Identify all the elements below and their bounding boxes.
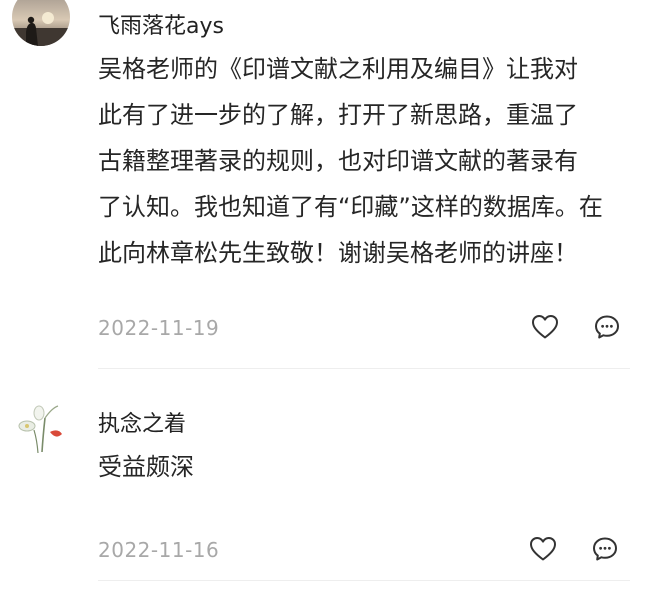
reply-button[interactable] bbox=[590, 534, 620, 564]
username[interactable]: 执念之着 bbox=[98, 406, 186, 438]
like-button[interactable] bbox=[528, 534, 558, 564]
comment-text: 受益颇深 bbox=[98, 453, 194, 481]
flower-sketch-avatar bbox=[12, 396, 70, 454]
heart-outline-icon bbox=[530, 537, 556, 561]
sunset-silhouette-avatar bbox=[12, 0, 70, 46]
comment-date: 2022-11-19 bbox=[98, 316, 220, 340]
divider bbox=[98, 368, 630, 369]
comment-bubble-icon bbox=[595, 315, 619, 339]
like-button[interactable] bbox=[530, 312, 560, 342]
comment-bubble-icon bbox=[593, 537, 617, 561]
heart-outline-icon bbox=[532, 315, 558, 339]
comment-text: 吴格老师的《印谱文献之利用及编目》让我对 此有了进一步的了解，打开了新思路，重温… bbox=[98, 55, 603, 267]
avatar[interactable] bbox=[12, 396, 70, 454]
comment-date: 2022-11-16 bbox=[98, 538, 220, 562]
comment-item: 飞雨落花ays 吴格老师的《印谱文献之利用及编目》让我对 此有了进一步的了解，打… bbox=[0, 0, 650, 370]
divider bbox=[98, 580, 630, 581]
username[interactable]: 飞雨落花ays bbox=[98, 8, 224, 40]
comment-item: 执念之着 受益颇深 2022-11-16 bbox=[0, 378, 650, 583]
avatar[interactable] bbox=[12, 0, 70, 46]
reply-button[interactable] bbox=[592, 312, 622, 342]
